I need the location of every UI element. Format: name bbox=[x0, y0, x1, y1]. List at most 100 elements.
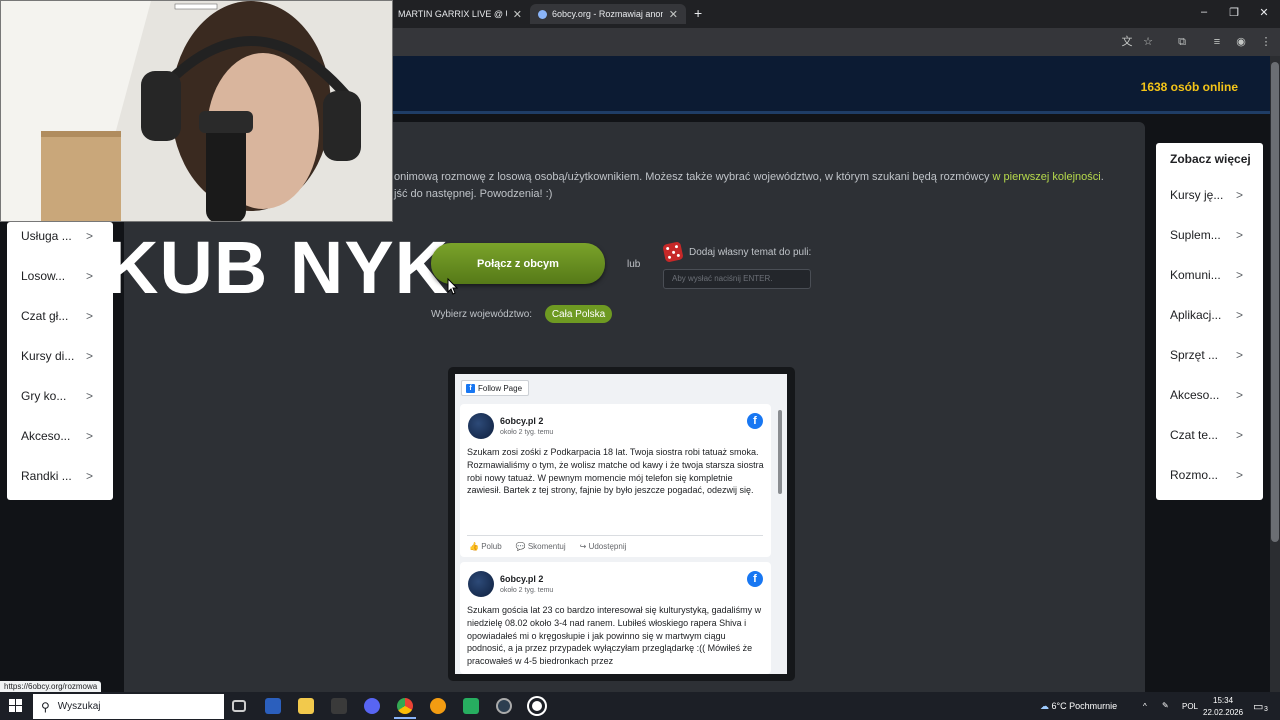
clock-date[interactable]: 22.02.2026 bbox=[1203, 708, 1243, 717]
see-more-title: Zobacz więcej bbox=[1170, 152, 1251, 166]
facebook-icon: f bbox=[466, 383, 475, 393]
right-menu-item[interactable]: Sprzęt ... > bbox=[1156, 335, 1263, 375]
post-actions: 👍 Polub 💬 Skomentuj ↪ Udostępnij bbox=[467, 535, 763, 557]
follow-page-button[interactable]: f Follow Page bbox=[461, 380, 530, 396]
chevron-right-icon: > bbox=[85, 389, 93, 403]
chevron-right-icon: > bbox=[85, 349, 93, 363]
weather-widget[interactable]: ☁ 6°C Pochmurnie bbox=[1040, 701, 1117, 712]
taskbar-search[interactable]: ⚲ Wyszukaj bbox=[33, 694, 224, 719]
close-window-button[interactable]: ✕ bbox=[1254, 6, 1274, 19]
facebook-icon[interactable]: f bbox=[747, 571, 763, 587]
right-menu-item[interactable]: Akceso... > bbox=[1156, 375, 1263, 415]
menu-item-label: Sprzęt ... bbox=[1170, 348, 1219, 362]
task-view-icon[interactable] bbox=[232, 700, 246, 712]
voivodeship-label: Wybierz województwo: bbox=[431, 309, 533, 320]
menu-item-label: Usługa ... bbox=[21, 229, 72, 243]
app-icon[interactable] bbox=[496, 698, 512, 714]
chevron-right-icon: > bbox=[85, 269, 93, 283]
avatar[interactable] bbox=[468, 571, 494, 597]
media-icon[interactable]: ≡ bbox=[1209, 34, 1225, 50]
new-tab-button[interactable]: + bbox=[694, 5, 702, 21]
webcam-overlay bbox=[0, 0, 393, 222]
share-label: Udostępnij bbox=[588, 542, 627, 551]
notification-count: 3 bbox=[1264, 706, 1268, 713]
menu-item-label: Kursy di... bbox=[21, 349, 75, 363]
app-icon[interactable] bbox=[430, 698, 446, 714]
left-menu-item[interactable]: Czat gł... > bbox=[7, 296, 113, 336]
post-author[interactable]: 6obcy.pl 2 bbox=[500, 416, 543, 426]
menu-icon[interactable]: ⋮ bbox=[1258, 34, 1274, 50]
post-author[interactable]: 6obcy.pl 2 bbox=[500, 574, 543, 584]
post-time[interactable]: około 2 tyg. temu bbox=[500, 429, 553, 436]
language-indicator[interactable]: POL bbox=[1182, 702, 1198, 711]
chevron-right-icon: > bbox=[1235, 268, 1243, 282]
restore-button[interactable]: ❐ bbox=[1224, 6, 1244, 19]
fb-post: 6obcy.pl 2 około 2 tyg. temu f Szukam zo… bbox=[460, 404, 771, 557]
chrome-icon[interactable] bbox=[397, 698, 413, 714]
profile-icon[interactable]: ◉ bbox=[1233, 34, 1249, 50]
close-tab-icon[interactable]: ✕ bbox=[669, 8, 678, 21]
avatar[interactable] bbox=[468, 413, 494, 439]
clock-time[interactable]: 15:34 bbox=[1213, 696, 1233, 705]
left-menu-item[interactable]: Randki ... > bbox=[7, 456, 113, 496]
voivodeship-select[interactable]: Cała Polska bbox=[545, 305, 612, 323]
connect-stranger-button[interactable]: Połącz z obcym bbox=[431, 243, 605, 284]
post-time[interactable]: około 2 tyg. temu bbox=[500, 587, 553, 594]
menu-item-label: Akceso... bbox=[1170, 388, 1220, 402]
tab-martin-garrix[interactable]: MARTIN GARRIX LIVE @ ULTRA ✕ bbox=[390, 4, 530, 24]
app-icon[interactable] bbox=[331, 698, 347, 714]
tab-label: 6obcy.org - Rozmawiaj anonim bbox=[552, 9, 663, 19]
like-button[interactable]: 👍 Polub bbox=[469, 542, 502, 551]
pen-icon[interactable]: ✎ bbox=[1162, 701, 1169, 710]
file-explorer-icon[interactable] bbox=[298, 698, 314, 714]
minimize-button[interactable]: – bbox=[1194, 6, 1214, 18]
chevron-right-icon: > bbox=[85, 469, 93, 483]
dice-icon bbox=[662, 241, 684, 263]
facebook-icon[interactable]: f bbox=[747, 413, 763, 429]
follow-page-label: Follow Page bbox=[478, 383, 523, 393]
menu-item-label: Aplikacj... bbox=[1170, 308, 1222, 322]
notification-icon[interactable]: ▭ bbox=[1253, 700, 1263, 713]
online-count: 1638 osób online bbox=[1140, 80, 1238, 94]
right-menu-item[interactable]: Aplikacj... > bbox=[1156, 295, 1263, 335]
menu-item-label: Rozmo... bbox=[1170, 468, 1219, 482]
left-menu-item[interactable]: Losow... > bbox=[7, 256, 113, 296]
chevron-up-icon[interactable]: ^ bbox=[1143, 702, 1147, 711]
right-menu-item[interactable]: Suplem... > bbox=[1156, 215, 1263, 255]
right-menu-item[interactable]: Komuni... > bbox=[1156, 255, 1263, 295]
left-menu-item[interactable]: Gry ko... > bbox=[7, 376, 113, 416]
chevron-right-icon: > bbox=[1235, 188, 1243, 202]
share-button[interactable]: ↪ Udostępnij bbox=[580, 542, 627, 551]
chevron-right-icon: > bbox=[1235, 388, 1243, 402]
windows-start-icon[interactable] bbox=[9, 699, 22, 712]
mouse-cursor-icon bbox=[447, 277, 459, 295]
left-menu-item[interactable]: Kursy di... > bbox=[7, 336, 113, 376]
chevron-right-icon: > bbox=[1235, 308, 1243, 322]
close-tab-icon[interactable]: ✕ bbox=[513, 8, 522, 21]
comment-button[interactable]: 💬 Skomentuj bbox=[516, 542, 566, 551]
topic-input[interactable]: Aby wysłać naciśnij ENTER. bbox=[663, 269, 811, 289]
menu-item-label: Gry ko... bbox=[21, 389, 67, 403]
comment-label: Skomentuj bbox=[527, 542, 566, 551]
right-menu-item[interactable]: Rozmo... > bbox=[1156, 455, 1263, 495]
left-menu-item[interactable]: Akceso... > bbox=[7, 416, 113, 456]
post-text: Szukam gościa lat 23 co bardzo interesow… bbox=[467, 605, 762, 667]
app-icon[interactable] bbox=[463, 698, 479, 714]
translate-icon[interactable]: 文 bbox=[1119, 34, 1135, 50]
obs-icon[interactable] bbox=[529, 698, 545, 714]
first-priority-link[interactable]: w pierwszej kolejności bbox=[993, 171, 1101, 183]
right-menu-item[interactable]: Kursy ję... > bbox=[1156, 175, 1263, 215]
page-scroll-thumb[interactable] bbox=[1271, 62, 1279, 542]
menu-item-label: Losow... bbox=[21, 269, 66, 283]
bookmark-star-icon[interactable]: ☆ bbox=[1140, 34, 1156, 50]
right-menu-item[interactable]: Czat te... > bbox=[1156, 415, 1263, 455]
like-label: Polub bbox=[481, 542, 502, 551]
widget-scroll-thumb[interactable] bbox=[778, 410, 782, 494]
extensions-icon[interactable]: ⧉ bbox=[1174, 34, 1190, 50]
cloud-icon: ☁ bbox=[1040, 701, 1049, 711]
discord-icon[interactable] bbox=[364, 698, 380, 714]
left-menu-item[interactable]: Usługa ... > bbox=[7, 216, 113, 256]
powershell-icon[interactable] bbox=[265, 698, 281, 714]
tab-6obcy[interactable]: 6obcy.org - Rozmawiaj anonim ✕ bbox=[530, 4, 686, 24]
stream-overlay-name: KUB NYK bbox=[105, 226, 450, 309]
